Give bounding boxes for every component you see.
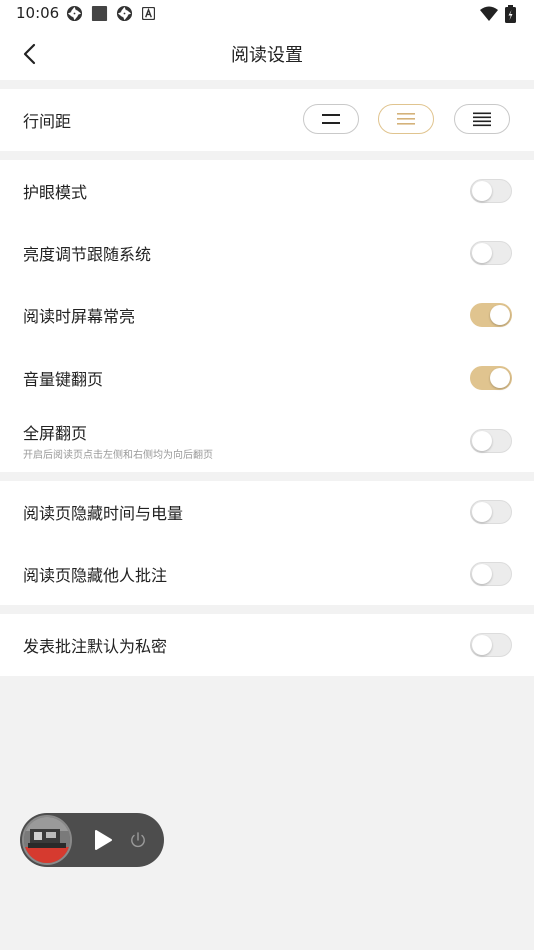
line-spacing-row: 行间距 — [0, 89, 534, 151]
square-icon — [91, 5, 108, 22]
keep-screen-on-toggle[interactable] — [470, 303, 512, 327]
display-settings-section: 护眼模式 亮度调节跟随系统 阅读时屏幕常亮 音量键翻页 全屏翻页 开启后阅读页点… — [0, 160, 534, 472]
top-bar: 阅读设置 — [0, 28, 534, 80]
medium-lines-icon — [397, 113, 415, 125]
setting-label: 全屏翻页 — [23, 424, 88, 443]
volume-key-page-toggle[interactable] — [470, 366, 512, 390]
setting-label: 阅读时屏幕常亮 — [23, 307, 136, 326]
reading-page-settings-section: 阅读页隐藏时间与电量 阅读页隐藏他人批注 — [0, 481, 534, 605]
setting-row-private-notes: 发表批注默认为私密 — [0, 614, 534, 676]
album-cover-image — [24, 817, 70, 863]
play-button[interactable] — [92, 828, 114, 852]
a-icon — [142, 7, 155, 20]
setting-row-fullscreen-page: 全屏翻页 开启后阅读页点击左侧和右侧均为向后翻页 — [0, 410, 534, 472]
play-icon — [95, 830, 112, 850]
private-notes-toggle[interactable] — [470, 633, 512, 657]
loose-lines-icon — [473, 112, 491, 127]
setting-label: 亮度调节跟随系统 — [23, 245, 152, 264]
compact-lines-icon — [322, 114, 340, 124]
hide-time-battery-toggle[interactable] — [470, 500, 512, 524]
setting-label: 发表批注默认为私密 — [23, 637, 168, 656]
annotation-settings-section: 发表批注默认为私密 — [0, 614, 534, 676]
aperture-icon — [66, 5, 83, 22]
power-icon — [131, 832, 145, 848]
mini-audio-player[interactable] — [20, 813, 164, 867]
setting-row-eye-care: 护眼模式 — [0, 160, 534, 222]
fullscreen-page-toggle[interactable] — [470, 429, 512, 453]
album-cover[interactable] — [22, 815, 72, 865]
setting-description: 开启后阅读页点击左侧和右侧均为向后翻页 — [23, 450, 213, 461]
setting-label: 阅读页隐藏他人批注 — [23, 566, 168, 585]
setting-label: 护眼模式 — [23, 183, 88, 202]
line-spacing-compact-button[interactable] — [303, 104, 359, 134]
hide-others-notes-toggle[interactable] — [470, 562, 512, 586]
line-spacing-section: 行间距 — [0, 89, 534, 151]
eye-care-toggle[interactable] — [470, 179, 512, 203]
status-bar: 10:06 — [0, 0, 534, 28]
battery-icon — [505, 5, 516, 23]
line-spacing-loose-button[interactable] — [454, 104, 510, 134]
status-time: 10:06 — [16, 4, 60, 22]
setting-label: 音量键翻页 — [23, 370, 104, 389]
setting-row-hide-time-battery: 阅读页隐藏时间与电量 — [0, 481, 534, 543]
aperture-icon — [116, 5, 133, 22]
status-system-icons — [480, 5, 520, 23]
setting-row-keep-screen-on: 阅读时屏幕常亮 — [0, 284, 534, 346]
wifi-icon — [480, 6, 498, 21]
brightness-follow-system-toggle[interactable] — [470, 241, 512, 265]
line-spacing-label: 行间距 — [23, 112, 72, 131]
setting-label: 阅读页隐藏时间与电量 — [23, 504, 184, 523]
page-title: 阅读设置 — [231, 45, 303, 66]
setting-row-brightness: 亮度调节跟随系统 — [0, 222, 534, 284]
close-player-button[interactable] — [128, 830, 148, 850]
setting-row-hide-others-notes: 阅读页隐藏他人批注 — [0, 543, 534, 605]
line-spacing-medium-button[interactable] — [378, 104, 434, 134]
setting-row-volume-key-page: 音量键翻页 — [0, 347, 534, 409]
